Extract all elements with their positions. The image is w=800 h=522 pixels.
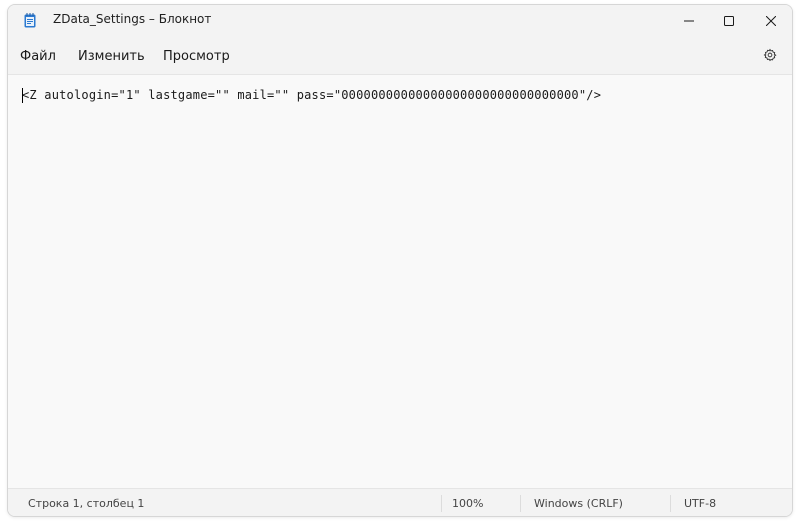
title-bar[interactable]: ZData_Settings – Блокнот bbox=[8, 5, 792, 37]
window-title: ZData_Settings – Блокнот bbox=[53, 12, 212, 26]
close-icon bbox=[766, 16, 776, 26]
menu-file[interactable]: Файл bbox=[16, 47, 60, 66]
menu-edit[interactable]: Изменить bbox=[74, 47, 149, 66]
cursor-position: Строка 1, столбец 1 bbox=[28, 497, 145, 510]
maximize-button[interactable] bbox=[706, 5, 752, 37]
encoding[interactable]: UTF-8 bbox=[684, 497, 716, 510]
zoom-level[interactable]: 100% bbox=[452, 497, 483, 510]
settings-button[interactable] bbox=[760, 46, 780, 66]
notepad-window: ZData_Settings – Блокнот Файл Изменить П… bbox=[7, 4, 793, 517]
close-button[interactable] bbox=[748, 5, 792, 37]
status-divider bbox=[670, 495, 671, 512]
editor-text-line[interactable]: <Z autologin="1" lastgame="" mail="" pas… bbox=[22, 88, 601, 102]
menu-view[interactable]: Просмотр bbox=[159, 47, 234, 66]
menu-bar: Файл Изменить Просмотр bbox=[8, 37, 792, 75]
maximize-icon bbox=[724, 16, 734, 26]
status-bar: Строка 1, столбец 1 100% Windows (CRLF) … bbox=[8, 488, 792, 516]
text-editor[interactable]: <Z autologin="1" lastgame="" mail="" pas… bbox=[8, 75, 792, 486]
status-divider bbox=[441, 495, 442, 512]
minimize-icon bbox=[684, 16, 694, 26]
line-ending[interactable]: Windows (CRLF) bbox=[534, 497, 623, 510]
gear-icon bbox=[763, 47, 777, 66]
notepad-icon bbox=[24, 13, 36, 28]
text-caret bbox=[22, 88, 23, 103]
status-divider bbox=[520, 495, 521, 512]
